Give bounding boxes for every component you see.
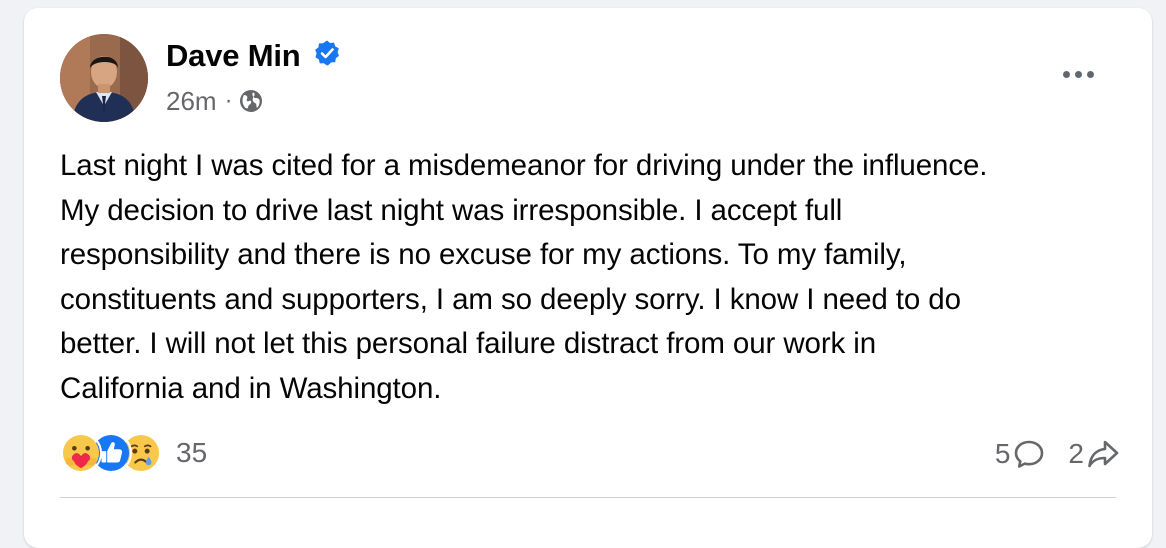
meta-separator: · [224, 87, 233, 114]
globe-icon[interactable] [239, 89, 263, 113]
author-avatar[interactable] [60, 34, 148, 122]
post-card: Dave Min 26m · Last night I was cited fo… [24, 8, 1152, 548]
more-options-icon-dot [1074, 70, 1082, 78]
author-row: Dave Min [166, 36, 341, 76]
divider [60, 497, 1116, 498]
post-timestamp[interactable]: 26m [166, 86, 217, 117]
more-options-icon [1062, 70, 1070, 78]
comments-count: 5 [994, 438, 1011, 469]
author-name[interactable]: Dave Min [166, 38, 301, 74]
engagement-stats: 5 2 [995, 434, 1120, 474]
reaction-count: 35 [176, 437, 208, 468]
post-meta: 26m · [166, 84, 263, 118]
more-options-button[interactable] [1054, 58, 1102, 90]
more-options-icon-dot [1086, 70, 1094, 78]
shares-count: 2 [1068, 438, 1084, 469]
comments-stat[interactable]: 5 [995, 437, 1047, 471]
post-text: Last night I was cited for a misdemeanor… [60, 149, 988, 405]
care-reaction-icon [60, 432, 102, 474]
reactions-summary[interactable]: 35 [60, 430, 207, 476]
shares-stat[interactable]: 2 [1068, 437, 1120, 471]
verified-badge-icon [314, 40, 339, 66]
comment-icon [1015, 440, 1044, 468]
share-icon [1088, 440, 1119, 468]
